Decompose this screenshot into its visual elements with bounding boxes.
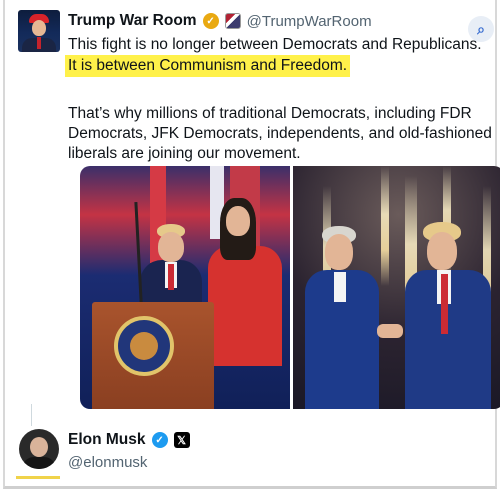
photo-handshake[interactable] (293, 166, 500, 409)
reply-author-name[interactable]: Elon Musk (68, 431, 146, 449)
affiliate-badge-icon[interactable] (224, 13, 241, 29)
author-avatar[interactable] (18, 10, 60, 52)
highlight-underline (16, 476, 60, 479)
tweet-line-1: This fight is no longer between Democrat… (68, 36, 482, 53)
gold-check-icon: ✓ (202, 13, 219, 29)
reply-header: Elon Musk ✓ 𝕏 (68, 431, 190, 449)
podium (92, 302, 214, 409)
reply-avatar[interactable] (19, 429, 59, 469)
highlighted-text: It is between Communism and Freedom. (65, 55, 351, 77)
x-logo-icon[interactable]: 𝕏 (173, 432, 190, 448)
author-name[interactable]: Trump War Room (68, 12, 197, 30)
tweet-p2-line-2: Democrats, JFK Democrats, independents, … (68, 125, 492, 142)
tweet-header: Trump War Room ✓ @TrumpWarRoom (68, 11, 372, 31)
reply-author-row[interactable]: Elon Musk ✓ 𝕏 @elonmusk (12, 422, 492, 478)
tweet-media[interactable] (80, 166, 500, 409)
reply-author-handle[interactable]: @elonmusk (68, 454, 147, 471)
blue-check-icon: ✓ (151, 432, 168, 448)
tweet-p2-line-3: liberals are joining our movement. (68, 145, 301, 162)
photo-podium[interactable] (80, 166, 290, 409)
author-handle[interactable]: @TrumpWarRoom (247, 13, 372, 30)
tweet-card[interactable]: Trump War Room ✓ @TrumpWarRoom ⌕ This fi… (12, 4, 500, 412)
seal-icon (114, 316, 174, 376)
tweet-paragraph-2: That’s why millions of traditional Democ… (68, 104, 496, 164)
tweet-text: This fight is no longer between Democrat… (65, 35, 496, 164)
tweet-p2-line-1: That’s why millions of traditional Democ… (68, 105, 472, 122)
